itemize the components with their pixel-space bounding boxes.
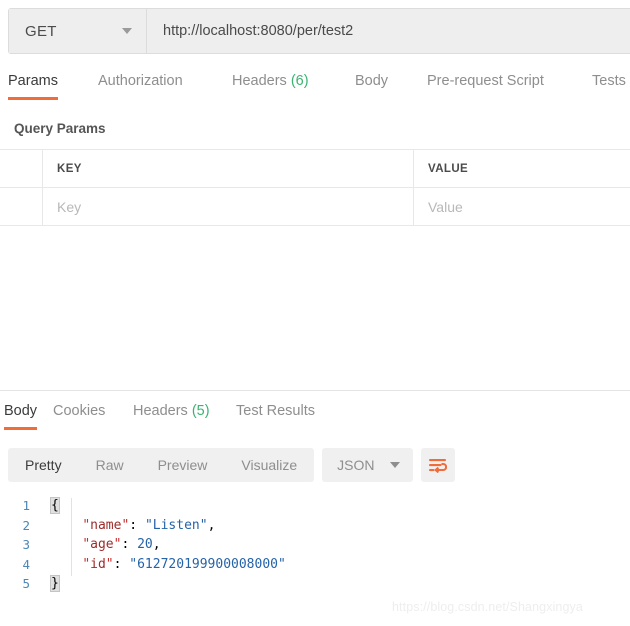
json-value: "Listen" bbox=[144, 517, 208, 533]
open-brace: { bbox=[50, 497, 60, 515]
line-number: 2 bbox=[22, 517, 30, 533]
param-value-placeholder: Value bbox=[428, 198, 463, 215]
view-mode-pretty[interactable]: Pretty bbox=[8, 448, 79, 482]
response-format-select[interactable]: JSON bbox=[322, 448, 413, 482]
request-tab-authorization[interactable]: Authorization bbox=[98, 70, 183, 100]
request-tab-bar: Params Authorization Headers (6) Body Pre-re… bbox=[0, 70, 630, 104]
tab-label: Body bbox=[355, 73, 389, 89]
param-key-input[interactable]: Key bbox=[43, 188, 414, 225]
tab-label: Headers bbox=[133, 403, 188, 419]
json-key: id bbox=[90, 556, 106, 572]
response-tab-test-results[interactable]: Test Results bbox=[236, 400, 315, 430]
response-tab-cookies[interactable]: Cookies bbox=[53, 400, 105, 430]
quote: " bbox=[82, 556, 91, 572]
tab-label: Pre-request Script bbox=[427, 73, 544, 89]
quote: " bbox=[82, 517, 91, 533]
view-mode-preview[interactable]: Preview bbox=[141, 448, 225, 482]
column-header-value-label: VALUE bbox=[428, 162, 469, 175]
active-tab-indicator bbox=[4, 427, 38, 430]
code-line: 3 "age": 20, bbox=[0, 535, 630, 555]
code-line: 2 "name": "Listen", bbox=[0, 516, 630, 536]
tab-label: Test Results bbox=[236, 403, 315, 419]
comma: , bbox=[207, 517, 216, 533]
request-url-input[interactable]: http://localhost:8080/per/test2 bbox=[147, 9, 630, 53]
tab-label: Cookies bbox=[53, 403, 106, 419]
code-content: "age": 20, bbox=[46, 537, 161, 553]
colon: : bbox=[121, 537, 138, 553]
response-view-mode-group: Pretty Raw Preview Visualize bbox=[8, 448, 315, 482]
json-key: age bbox=[90, 537, 114, 553]
code-line: 1 { bbox=[0, 496, 630, 516]
line-number: 1 bbox=[22, 498, 30, 514]
line-number: 4 bbox=[22, 556, 30, 572]
line-number: 3 bbox=[22, 537, 30, 553]
param-key-placeholder: Key bbox=[57, 198, 82, 215]
request-tab-body[interactable]: Body bbox=[355, 70, 388, 100]
column-header-key: KEY bbox=[43, 150, 414, 187]
tab-label: Authorization bbox=[98, 73, 183, 89]
json-key: name bbox=[90, 517, 122, 533]
tab-label: Tests bbox=[592, 73, 626, 89]
code-line: 5 } bbox=[0, 574, 630, 594]
column-header-value: VALUE bbox=[414, 150, 630, 187]
select-all-cell[interactable] bbox=[0, 150, 43, 187]
response-toolbar: Pretty Raw Preview Visualize JSON bbox=[8, 448, 455, 482]
query-params-table: KEY VALUE Key Value bbox=[0, 149, 630, 226]
request-tab-pre-request-script[interactable]: Pre-request Script bbox=[427, 70, 544, 100]
tab-count-badge: (5) bbox=[187, 403, 210, 419]
code-content: "id": "612720199900008000" bbox=[46, 557, 286, 572]
http-method-label: GET bbox=[25, 22, 57, 40]
code-content: "name": "Listen", bbox=[46, 518, 215, 533]
quote: " bbox=[82, 537, 91, 553]
chevron-down-icon bbox=[122, 28, 132, 34]
request-tab-params[interactable]: Params bbox=[8, 70, 58, 100]
colon: : bbox=[129, 517, 145, 533]
response-body-viewer[interactable]: 1 { 2 "name": "Listen", 3 "age": 20, 4 "… bbox=[0, 496, 630, 594]
close-brace: } bbox=[50, 575, 60, 593]
code-content: } bbox=[46, 575, 60, 593]
query-params-title: Query Params bbox=[14, 121, 106, 136]
line-number: 5 bbox=[22, 576, 30, 592]
response-tab-headers[interactable]: Headers (5) bbox=[133, 400, 210, 430]
quote: " bbox=[105, 556, 114, 572]
table-row: Key Value bbox=[0, 188, 630, 226]
json-value: "612720199900008000" bbox=[129, 556, 286, 572]
request-tab-headers[interactable]: Headers (6) bbox=[232, 70, 309, 100]
code-content: { bbox=[46, 497, 60, 515]
request-tab-tests[interactable]: Tests bbox=[592, 70, 626, 100]
tab-label: Params bbox=[8, 73, 58, 89]
response-tab-body[interactable]: Body bbox=[4, 400, 38, 430]
view-mode-raw[interactable]: Raw bbox=[79, 448, 141, 482]
word-wrap-icon bbox=[429, 458, 448, 473]
chevron-down-icon bbox=[389, 462, 400, 468]
active-tab-indicator bbox=[8, 97, 58, 100]
request-response-divider bbox=[0, 390, 630, 391]
word-wrap-button[interactable] bbox=[420, 448, 455, 482]
response-tab-bar: Body Cookies Headers (5) Test Results bbox=[0, 400, 630, 432]
tab-label: Body bbox=[4, 403, 38, 419]
view-mode-visualize[interactable]: Visualize bbox=[224, 448, 314, 482]
code-line: 4 "id": "612720199900008000" bbox=[0, 555, 630, 575]
response-format-label: JSON bbox=[337, 457, 375, 473]
row-checkbox-cell[interactable] bbox=[0, 188, 43, 225]
column-header-key-label: KEY bbox=[57, 162, 82, 175]
tab-label: Headers bbox=[232, 73, 287, 89]
colon: : bbox=[113, 556, 130, 572]
tab-count-badge: (6) bbox=[286, 73, 309, 89]
param-value-input[interactable]: Value bbox=[414, 188, 630, 225]
comma: , bbox=[152, 537, 161, 553]
http-method-select[interactable]: GET bbox=[9, 9, 147, 53]
table-header-row: KEY VALUE bbox=[0, 150, 630, 188]
json-value: 20 bbox=[137, 537, 153, 553]
request-url-bar: GET http://localhost:8080/per/test2 bbox=[8, 8, 630, 54]
watermark: https://blog.csdn.net/Shangxingya bbox=[392, 600, 583, 614]
